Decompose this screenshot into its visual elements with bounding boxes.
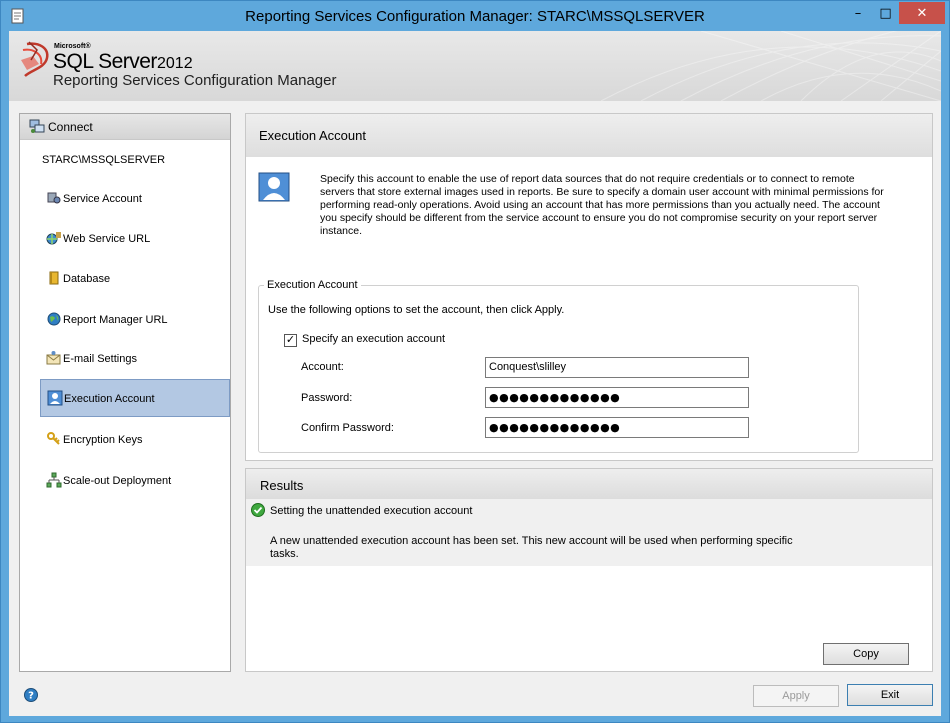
- nav-label-execution-account: Execution Account: [64, 393, 155, 405]
- svg-text:?: ?: [28, 691, 34, 702]
- execution-account-user-icon: [258, 172, 290, 202]
- page-title: Execution Account: [259, 128, 366, 143]
- title-bar[interactable]: Reporting Services Configuration Manager…: [1, 1, 949, 31]
- account-field[interactable]: Conquest\slilley: [485, 357, 749, 378]
- specify-account-label[interactable]: Specify an execution account: [302, 333, 445, 345]
- results-panel: Results Setting the unattended execution…: [245, 468, 933, 672]
- nav-label-service-account: Service Account: [63, 193, 142, 205]
- confirm-password-label: Confirm Password:: [301, 422, 394, 434]
- panel-header: Execution Account: [246, 114, 932, 157]
- nav-item-encryption-keys[interactable]: Encryption Keys: [40, 421, 230, 459]
- execution-account-panel: Execution Account Specify this account t…: [245, 113, 933, 461]
- client-area: Microsoft® SQL Server 2012 Reporting Ser…: [9, 31, 941, 716]
- nav-item-database[interactable]: Database: [40, 260, 230, 298]
- exit-button[interactable]: Exit: [847, 684, 933, 706]
- result-detail: A new unattended execution account has b…: [270, 535, 793, 560]
- network-icon: [46, 472, 62, 488]
- email-icon: [46, 351, 61, 365]
- page-description: Specify this account to enable the use o…: [320, 173, 884, 237]
- product-subtitle: Reporting Services Configuration Manager: [53, 72, 337, 89]
- product-banner: Microsoft® SQL Server 2012 Reporting Ser…: [9, 31, 941, 101]
- maximize-button[interactable]: □: [872, 2, 899, 24]
- globe-icon: [47, 312, 61, 326]
- product-name: SQL Server: [53, 50, 157, 73]
- nav-label-encryption-keys: Encryption Keys: [63, 434, 143, 446]
- help-icon[interactable]: ?: [24, 688, 38, 702]
- copy-button[interactable]: Copy: [823, 643, 909, 665]
- window-title: Reporting Services Configuration Manager…: [245, 8, 705, 25]
- results-header: Results: [246, 469, 932, 499]
- sql-server-logo-icon: [21, 41, 49, 77]
- group-title: Execution Account: [264, 279, 361, 291]
- password-label: Password:: [301, 392, 353, 404]
- results-body: Setting the unattended execution account…: [246, 499, 932, 566]
- nav-item-scale-out-deployment[interactable]: Scale-out Deployment: [40, 462, 230, 500]
- nav-label-report-manager-url: Report Manager URL: [63, 314, 168, 326]
- app-window: Reporting Services Configuration Manager…: [0, 0, 950, 723]
- nav-item-service-account[interactable]: Service Account: [40, 180, 230, 218]
- nav-label-database: Database: [63, 273, 111, 285]
- nav-label-web-service-url: Web Service URL: [63, 233, 151, 245]
- minimize-button[interactable]: –: [845, 2, 871, 24]
- microsoft-label: Microsoft®: [54, 43, 91, 50]
- success-check-icon: [251, 503, 265, 517]
- keys-icon: [47, 432, 60, 445]
- close-button[interactable]: ✕: [899, 2, 945, 24]
- database-icon: [49, 271, 59, 285]
- nav-label-scale-out-deployment: Scale-out Deployment: [63, 475, 172, 487]
- user-icon: [47, 390, 63, 406]
- results-title: Results: [260, 478, 304, 493]
- connect-button[interactable]: Connect: [20, 114, 230, 140]
- banner-decoration: [601, 31, 941, 101]
- service-account-icon: [47, 192, 61, 204]
- nav-item-web-service-url[interactable]: Web Service URL: [40, 220, 230, 258]
- nav-label-email-settings: E-mail Settings: [63, 353, 137, 365]
- connect-icon: [29, 119, 45, 133]
- confirm-password-field[interactable]: ●●●●●●●●●●●●●: [485, 417, 749, 438]
- group-instructions: Use the following options to set the acc…: [268, 304, 565, 316]
- nav-item-execution-account[interactable]: Execution Account: [40, 379, 230, 417]
- nav-item-report-manager-url[interactable]: Report Manager URL: [40, 301, 230, 339]
- specify-account-checkbox[interactable]: ✓: [284, 334, 297, 347]
- navigation-sidebar: Connect STARC\MSSQLSERVER Service Accoun…: [19, 113, 231, 672]
- result-status: Setting the unattended execution account: [270, 505, 473, 517]
- connect-label: Connect: [48, 120, 93, 134]
- web-service-icon: [46, 232, 61, 245]
- password-field[interactable]: ●●●●●●●●●●●●●: [485, 387, 749, 408]
- product-year: 2012: [157, 55, 193, 72]
- account-label: Account:: [301, 361, 344, 373]
- apply-button[interactable]: Apply: [753, 685, 839, 707]
- server-name: STARC\MSSQLSERVER: [42, 154, 166, 166]
- nav-item-email-settings[interactable]: E-mail Settings: [40, 340, 230, 378]
